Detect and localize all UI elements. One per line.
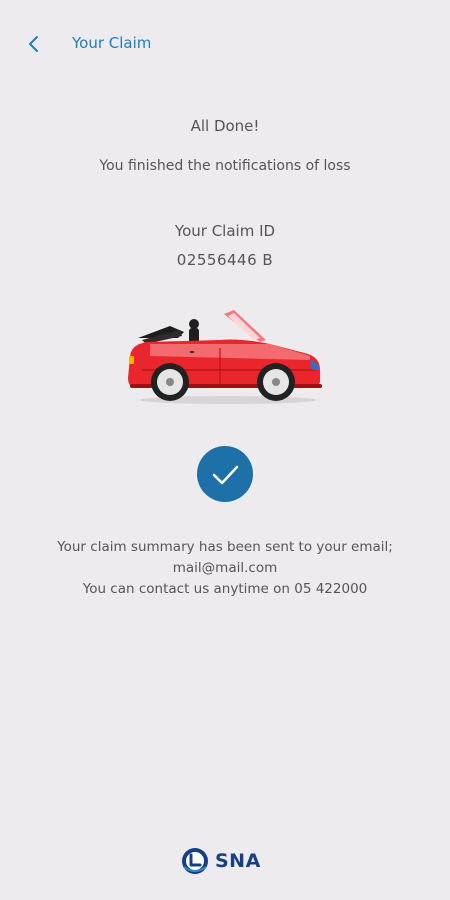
summary-line-email-notice: Your claim summary has been sent to your… bbox=[57, 539, 393, 555]
chevron-left-icon bbox=[29, 36, 38, 52]
brand-logo: SNA bbox=[181, 845, 261, 877]
summary-line-email: mail@mail.com bbox=[172, 560, 278, 576]
back-button[interactable] bbox=[22, 32, 46, 56]
done-title: All Done! bbox=[190, 117, 260, 135]
car-illustration bbox=[128, 310, 322, 404]
claim-id-value: 02556446 B bbox=[176, 251, 274, 269]
done-subtitle: You finished the notifications of loss bbox=[99, 158, 351, 174]
summary-line-contact: You can contact us anytime on 05 422000 bbox=[82, 581, 368, 597]
sna-logo-icon bbox=[182, 848, 208, 874]
app-header: Your Claim bbox=[0, 0, 450, 88]
claim-summary-message: Your claim summary has been sent to your… bbox=[10, 537, 440, 600]
logo-text: SNA bbox=[215, 850, 261, 872]
page-title: Your Claim bbox=[72, 34, 152, 52]
claim-id-label: Your Claim ID bbox=[174, 222, 276, 240]
check-circle-icon bbox=[197, 446, 253, 502]
